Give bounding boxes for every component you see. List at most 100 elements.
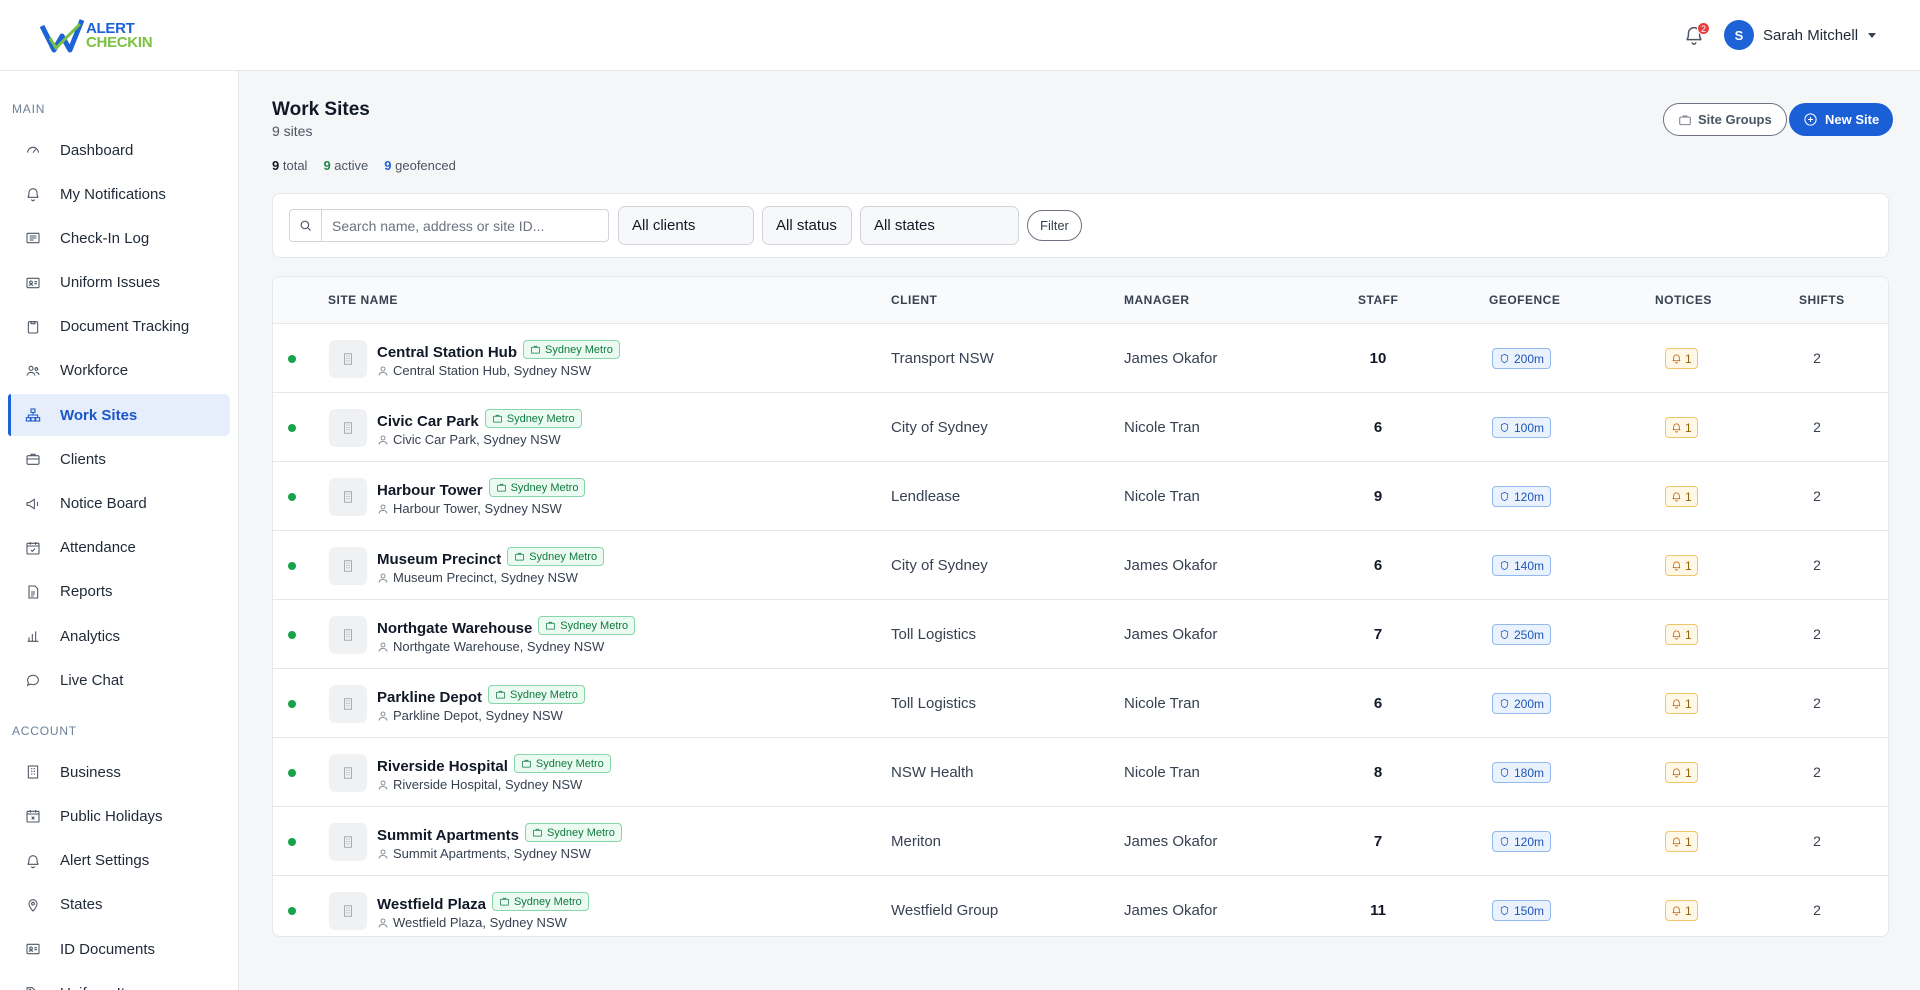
chevron-down-icon (1868, 32, 1877, 38)
site-group-tag: Sydney Metro (491, 892, 589, 911)
sidebar-item-notice-board[interactable]: Notice Board (8, 483, 230, 525)
sidebar-item-alert-settings[interactable]: Alert Settings (8, 840, 230, 882)
site-groups-button[interactable]: Site Groups (1663, 103, 1787, 136)
sidebar-item-live-chat[interactable]: Live Chat (8, 659, 230, 701)
site-address: Museum Precinct, Sydney NSW (377, 570, 578, 585)
site-name[interactable]: Summit Apartments Sydney Metro (377, 823, 622, 844)
plus-circle-icon (1804, 113, 1817, 126)
column-header-shifts[interactable]: SHIFTS (1799, 277, 1845, 324)
table-row[interactable]: Parkline Depot Sydney Metro Parkline Depot… (273, 669, 1888, 738)
sidebar-item-reports[interactable]: Reports (8, 571, 230, 613)
site-name[interactable]: Museum Precinct Sydney Metro (377, 547, 605, 568)
sidebar-item-uniform-items[interactable]: Uniform Items (8, 972, 230, 990)
filter-button[interactable]: Filter (1027, 210, 1082, 241)
site-name[interactable]: Parkline Depot Sydney Metro (377, 685, 585, 706)
search-input[interactable] (322, 210, 608, 241)
brand-logo[interactable]: ALERT CHECKIN (40, 18, 153, 54)
site-name[interactable]: Riverside Hospital Sydney Metro (377, 754, 611, 775)
sidebar-item-clients[interactable]: Clients (8, 438, 230, 480)
sidebar-item-dashboard[interactable]: Dashboard (8, 129, 230, 171)
site-name-text: Harbour Tower (377, 482, 483, 499)
sidebar-item-label: Workforce (60, 362, 129, 380)
column-header-staff[interactable]: STAFF (1358, 277, 1398, 324)
site-name[interactable]: Civic Car Park Sydney Metro (377, 409, 582, 430)
column-header-site-name[interactable]: SITE NAME (328, 277, 398, 324)
site-address-text: Central Station Hub, Sydney NSW (393, 363, 591, 378)
client-cell: Transport NSW (891, 350, 994, 367)
notices-count: 1 (1685, 696, 1692, 711)
column-header-notices[interactable]: NOTICES (1655, 277, 1712, 324)
sidebar-item-label: Analytics (60, 627, 121, 645)
column-header-client[interactable]: CLIENT (891, 277, 937, 324)
sidebar-item-uniform-issues[interactable]: Uniform Issues (8, 262, 230, 304)
geofence-value: 200m (1514, 351, 1545, 366)
sidebar-item-analytics[interactable]: Analytics (8, 615, 230, 657)
sidebar-item-document-tracking[interactable]: Document Tracking (8, 306, 230, 348)
table-row[interactable]: Civic Car Park Sydney Metro Civic Car Park… (273, 393, 1888, 462)
sidebar-item-label: Alert Settings (60, 852, 150, 870)
status-dot (288, 562, 296, 570)
table-row[interactable]: Riverside Hospital Sydney Metro Riverside … (273, 738, 1888, 807)
geofence-value: 250m (1514, 627, 1545, 642)
site-name[interactable]: Northgate Warehouse Sydney Metro (377, 616, 636, 637)
sidebar-item-label: Uniform Issues (60, 274, 161, 292)
site-name[interactable]: Westfield Plaza Sydney Metro (377, 892, 589, 913)
column-header-manager[interactable]: MANAGER (1124, 277, 1190, 324)
sidebar-item-attendance[interactable]: Attendance (8, 527, 230, 569)
site-group-label: Sydney Metro (546, 826, 615, 839)
table-row[interactable]: Central Station Hub Sydney Metro Central S… (273, 324, 1888, 393)
geofence-badge: 200m (1492, 348, 1552, 369)
site-address-text: Harbour Tower, Sydney NSW (393, 501, 562, 516)
table-row[interactable]: Harbour Tower Sydney Metro Harbour Tower, … (273, 462, 1888, 531)
search-box (289, 209, 609, 242)
shield-icon (1500, 905, 1509, 916)
sidebar-item-my-notifications[interactable]: My Notifications (8, 173, 230, 215)
sidebar-item-public-holidays[interactable]: Public Holidays (8, 795, 230, 837)
site-address-text: Parkline Depot, Sydney NSW (393, 708, 563, 723)
site-address: Central Station Hub, Sydney NSW (377, 363, 591, 378)
shifts-cell: 2 (1813, 902, 1821, 918)
building-icon (329, 892, 367, 930)
sidebar-item-label: My Notifications (60, 185, 166, 203)
new-site-button[interactable]: New Site (1789, 103, 1894, 136)
table-row[interactable]: Northgate Warehouse Sydney Metro Northgate… (273, 600, 1888, 669)
notices-count: 1 (1685, 627, 1692, 642)
sidebar-item-label: Uniform Items (60, 985, 153, 990)
client-select[interactable]: All clients (618, 206, 754, 245)
site-name-text: Civic Car Park (377, 413, 479, 430)
bell-icon (1672, 699, 1681, 709)
column-header-geofence[interactable]: GEOFENCE (1489, 277, 1560, 324)
manager-cell: James Okafor (1124, 626, 1218, 643)
geofence-value: 120m (1514, 834, 1545, 849)
manager-cell: James Okafor (1124, 557, 1218, 574)
bell-icon (1672, 561, 1681, 571)
site-name[interactable]: Harbour Tower Sydney Metro (377, 478, 586, 499)
site-address-text: Northgate Warehouse, Sydney NSW (393, 639, 605, 654)
status-select[interactable]: All status (762, 206, 852, 245)
briefcase-icon (499, 897, 509, 906)
geofence-value: 100m (1514, 420, 1545, 435)
table-row[interactable]: Museum Precinct Sydney Metro Museum Precin… (273, 531, 1888, 600)
state-select[interactable]: All states (860, 206, 1019, 245)
sidebar-item-work-sites[interactable]: Work Sites (8, 394, 230, 437)
manager-cell: James Okafor (1124, 902, 1218, 919)
sidebar-item-workforce[interactable]: Workforce (8, 350, 230, 392)
site-address: Parkline Depot, Sydney NSW (377, 708, 563, 723)
site-name[interactable]: Central Station Hub Sydney Metro (377, 340, 620, 361)
sidebar-item-id-documents[interactable]: ID Documents (8, 928, 230, 970)
notices-badge: 1 (1665, 348, 1698, 369)
briefcase-icon (531, 345, 541, 354)
client-cell: Meriton (891, 833, 942, 850)
sidebar-item-label: Attendance (60, 539, 136, 557)
site-name-text: Central Station Hub (377, 344, 518, 361)
person-icon (378, 642, 388, 652)
notices-badge: 1 (1665, 417, 1698, 438)
user-menu[interactable]: S Sarah Mitchell (1724, 20, 1877, 50)
bell-icon (1672, 768, 1681, 778)
sidebar-item-check-in-log[interactable]: Check-In Log (8, 217, 230, 259)
sidebar-item-business[interactable]: Business (8, 751, 230, 793)
table-row[interactable]: Summit Apartments Sydney Metro Summit Apar… (273, 807, 1888, 876)
sidebar-item-states[interactable]: States (8, 884, 230, 926)
table-row[interactable]: Westfield Plaza Sydney Metro Westfield Pla… (273, 876, 1888, 936)
client-cell: Westfield Group (891, 902, 999, 919)
